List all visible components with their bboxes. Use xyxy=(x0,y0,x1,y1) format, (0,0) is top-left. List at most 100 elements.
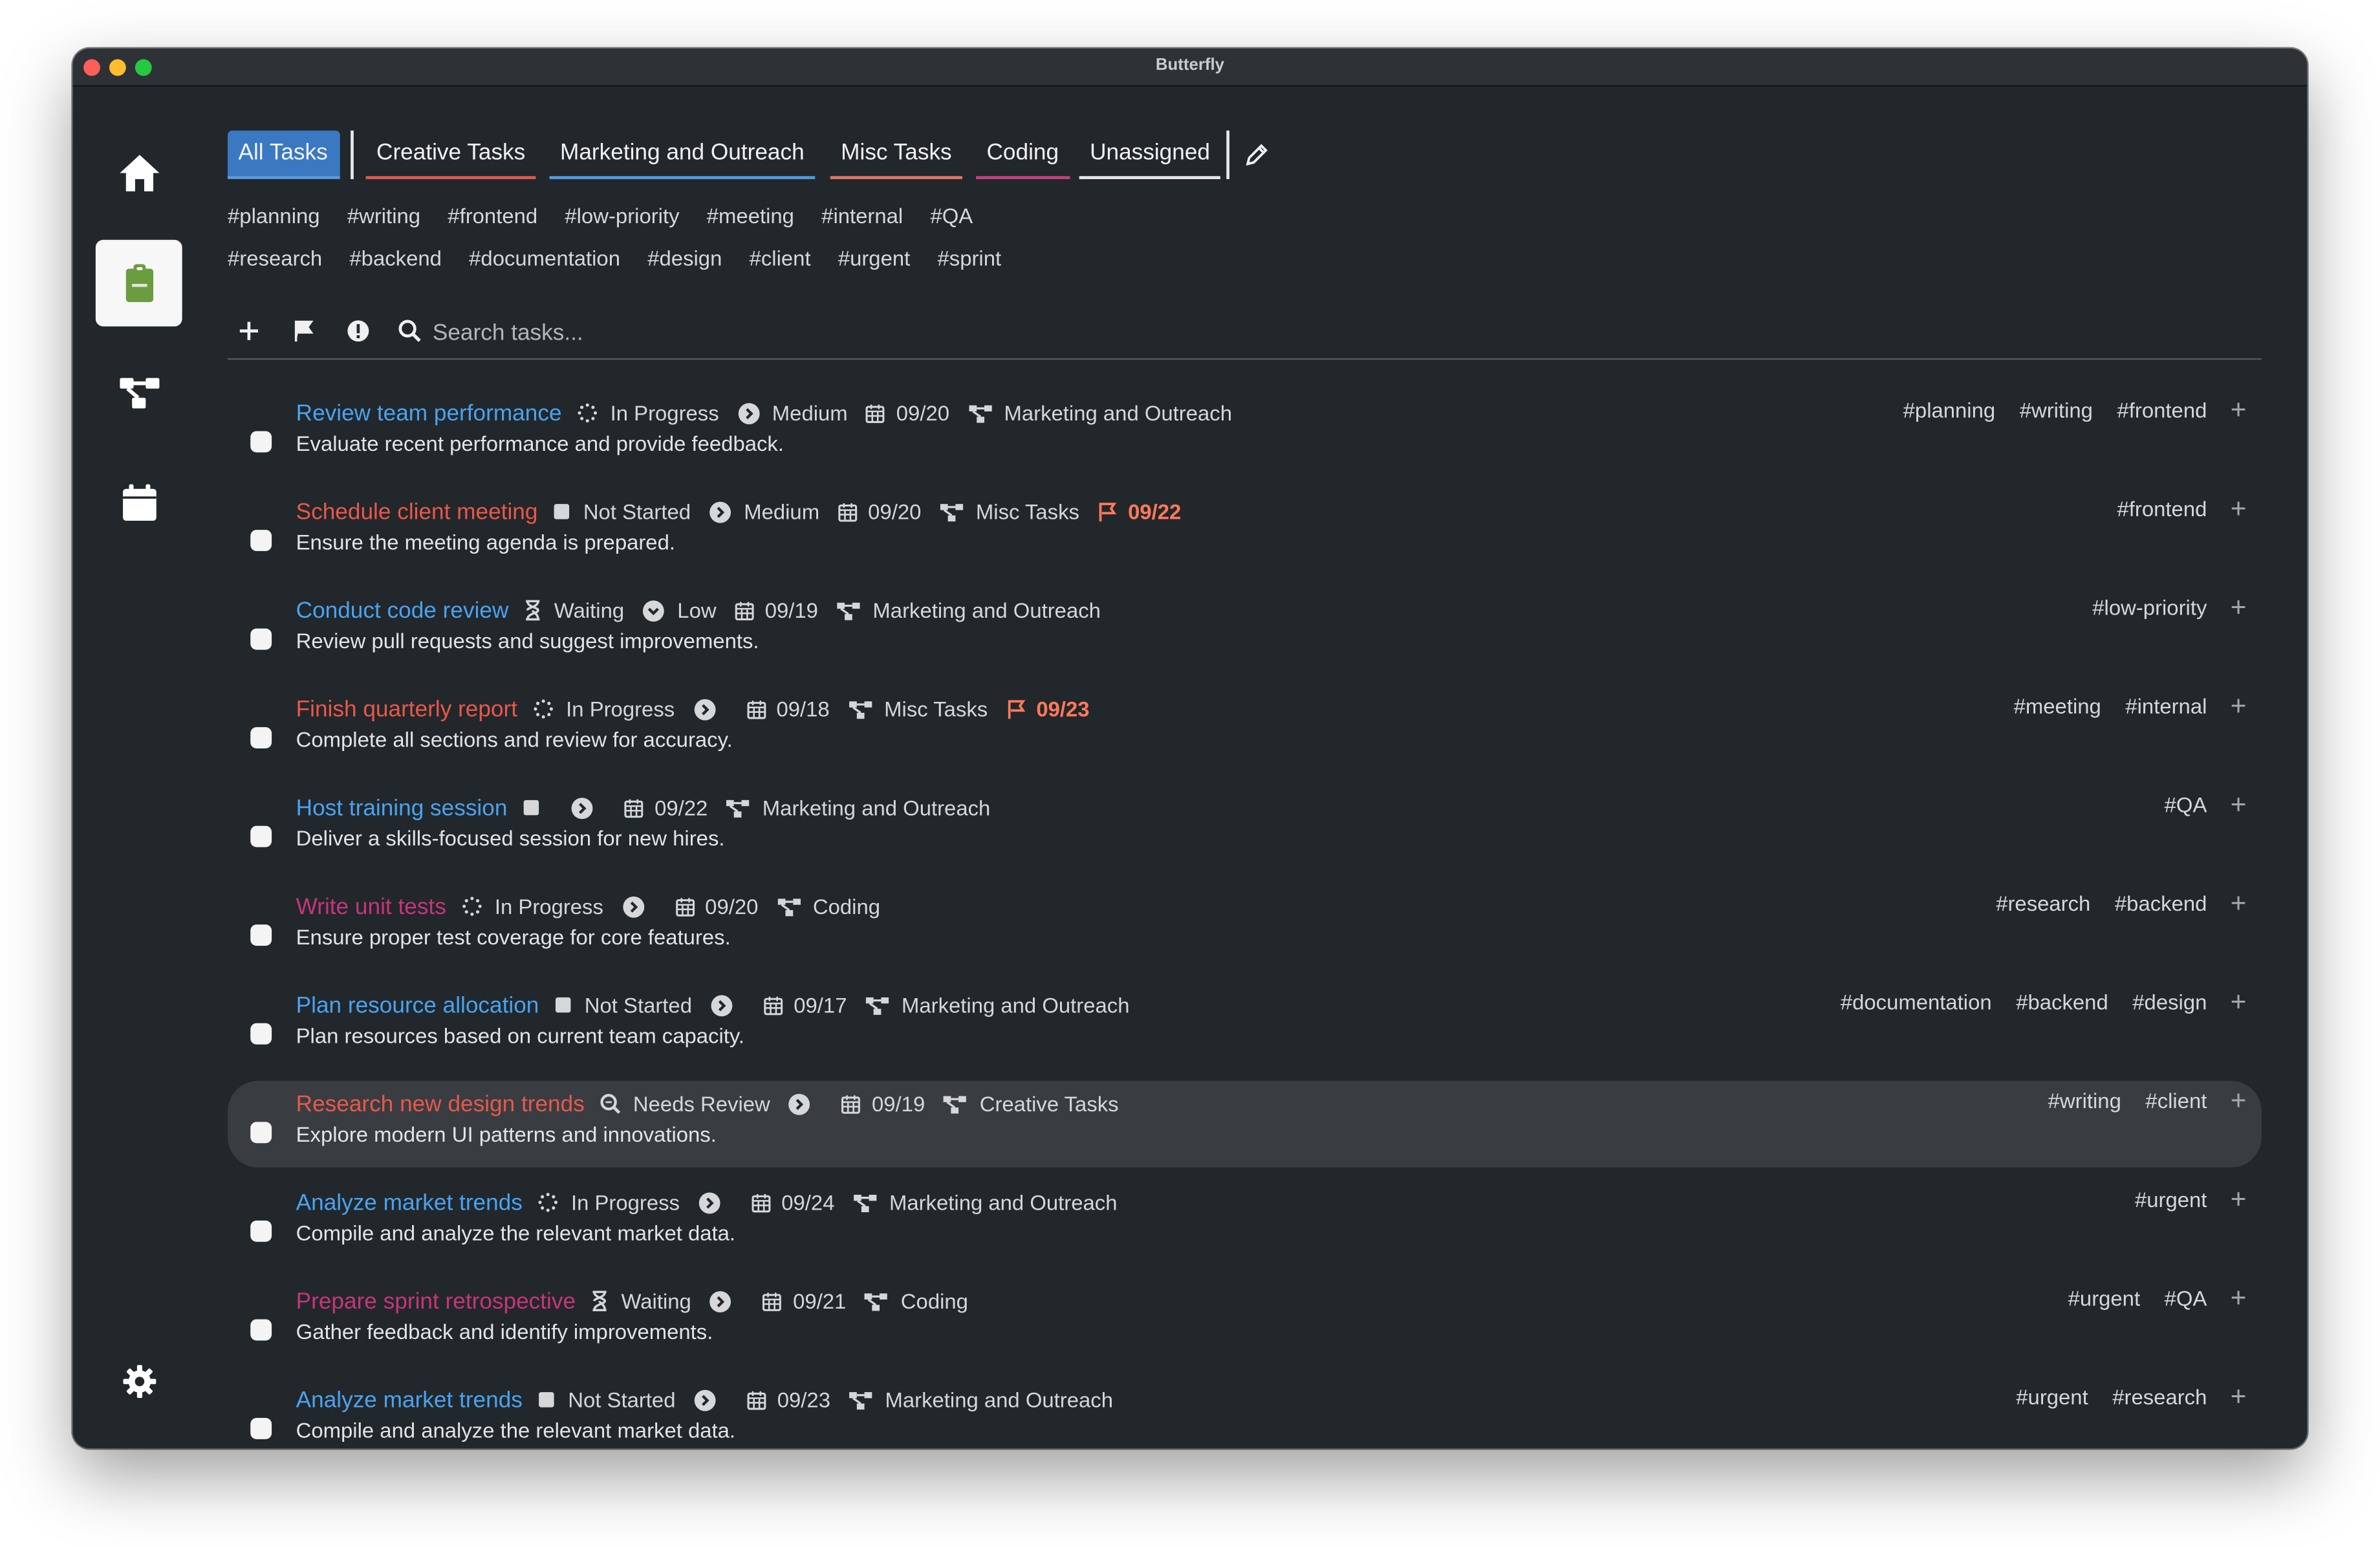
tag-filter[interactable]: #low-priority xyxy=(565,203,679,228)
task-status[interactable]: Waiting xyxy=(591,1289,691,1313)
edit-tabs-button[interactable] xyxy=(1242,140,1272,170)
task-row[interactable]: Prepare sprint retrospective Waiting 09/2… xyxy=(228,1278,2262,1365)
task-row[interactable]: Plan resource allocation Not Started 09/1… xyxy=(228,982,2262,1069)
task-priority[interactable] xyxy=(693,697,728,720)
add-task-button[interactable] xyxy=(231,312,267,349)
tag-filter[interactable]: #frontend xyxy=(448,203,537,228)
task-checkbox[interactable] xyxy=(250,431,272,453)
task-tag[interactable]: #urgent xyxy=(2068,1286,2140,1311)
task-date[interactable]: 09/17 xyxy=(763,993,847,1017)
settings-button[interactable] xyxy=(96,1338,182,1424)
task-row[interactable]: Schedule client meeting Not Started Mediu… xyxy=(228,489,2262,576)
add-tag-button[interactable]: + xyxy=(2231,1383,2247,1410)
tab-coding[interactable]: Coding xyxy=(976,131,1070,179)
task-tag[interactable]: #client xyxy=(2145,1089,2207,1113)
task-tag[interactable]: #backend xyxy=(2115,891,2207,916)
task-title[interactable]: Schedule client meeting xyxy=(296,499,538,525)
tab-misc-tasks[interactable]: Misc Tasks xyxy=(830,131,963,179)
task-row[interactable]: Conduct code review Waiting Low 09/19 Marke… xyxy=(228,587,2262,674)
filter-priority-button[interactable] xyxy=(340,312,376,349)
add-tag-button[interactable]: + xyxy=(2231,495,2247,522)
task-checkbox[interactable] xyxy=(250,628,272,650)
task-title[interactable]: Analyze market trends xyxy=(296,1387,523,1413)
task-row[interactable]: Review team performance In Progress Mediu… xyxy=(228,390,2262,477)
task-priority[interactable] xyxy=(698,1191,733,1214)
task-checkbox[interactable] xyxy=(250,1122,272,1144)
task-date[interactable]: 09/20 xyxy=(866,401,949,425)
task-row[interactable]: Research new design trends Needs Review 0… xyxy=(228,1080,2262,1168)
task-tag[interactable]: #urgent xyxy=(2135,1187,2207,1212)
tab-all-tasks[interactable]: All Tasks xyxy=(228,130,340,179)
task-priority[interactable] xyxy=(710,994,745,1016)
task-date[interactable]: 09/19 xyxy=(841,1091,925,1116)
task-status[interactable]: Not Started xyxy=(537,1388,676,1412)
add-tag-button[interactable]: + xyxy=(2231,1284,2247,1311)
task-date[interactable]: 09/23 xyxy=(747,1388,830,1412)
task-project[interactable]: Misc Tasks xyxy=(848,697,988,721)
task-checkbox[interactable] xyxy=(250,1418,272,1439)
task-project[interactable]: Marketing and Outreach xyxy=(849,1388,1113,1412)
search-button[interactable] xyxy=(392,312,428,349)
task-tag[interactable]: #writing xyxy=(2048,1089,2121,1113)
task-project[interactable]: Marketing and Outreach xyxy=(853,1190,1118,1215)
add-tag-button[interactable]: + xyxy=(2231,988,2247,1016)
task-row[interactable]: Analyze market trends Not Started 09/23 Ma… xyxy=(228,1377,2262,1448)
task-status[interactable]: Needs Review xyxy=(600,1091,770,1116)
task-title[interactable]: Host training session xyxy=(296,795,508,821)
task-checkbox[interactable] xyxy=(250,924,272,946)
task-title[interactable]: Finish quarterly report xyxy=(296,696,517,722)
task-due-date[interactable]: 09/22 xyxy=(1098,499,1181,524)
task-status[interactable]: In Progress xyxy=(537,1190,680,1215)
task-tag[interactable]: #QA xyxy=(2165,792,2207,817)
task-tag[interactable]: #low-priority xyxy=(2092,595,2207,620)
task-status[interactable]: Not Started xyxy=(553,499,691,524)
task-row[interactable]: Analyze market trends In Progress 09/24 Ma… xyxy=(228,1180,2262,1267)
task-status[interactable]: In Progress xyxy=(461,894,603,919)
task-checkbox[interactable] xyxy=(250,1220,272,1242)
task-project[interactable]: Marketing and Outreach xyxy=(865,993,1129,1017)
add-tag-button[interactable]: + xyxy=(2231,1087,2247,1114)
task-tag[interactable]: #frontend xyxy=(2117,398,2207,422)
task-due-date[interactable]: 09/23 xyxy=(1006,697,1090,721)
sidebar-item-projects[interactable] xyxy=(96,349,182,436)
task-tag[interactable]: #research xyxy=(1996,891,2090,916)
task-date[interactable]: 09/18 xyxy=(746,697,830,721)
task-priority[interactable] xyxy=(571,796,606,819)
task-priority[interactable] xyxy=(788,1093,823,1115)
task-title[interactable]: Prepare sprint retrospective xyxy=(296,1288,576,1314)
task-tag[interactable]: #frontend xyxy=(2117,496,2207,521)
filter-due-button[interactable] xyxy=(285,312,321,349)
task-project[interactable]: Marketing and Outreach xyxy=(836,598,1101,622)
task-date[interactable]: 09/21 xyxy=(763,1289,846,1313)
task-title[interactable]: Conduct code review xyxy=(296,598,509,624)
task-status[interactable]: In Progress xyxy=(577,401,719,425)
tab-unassigned[interactable]: Unassigned xyxy=(1079,131,1221,179)
task-project[interactable]: Coding xyxy=(864,1289,968,1313)
add-tag-button[interactable]: + xyxy=(2231,791,2247,818)
add-tag-button[interactable]: + xyxy=(2231,1186,2247,1213)
task-checkbox[interactable] xyxy=(250,1023,272,1045)
task-priority[interactable]: Low xyxy=(642,598,717,622)
task-tag[interactable]: #internal xyxy=(2125,694,2207,719)
tag-filter[interactable]: #backend xyxy=(349,246,442,270)
tag-filter[interactable]: #documentation xyxy=(469,246,620,270)
tag-filter[interactable]: #client xyxy=(750,246,811,270)
task-priority[interactable]: Medium xyxy=(737,401,848,425)
task-row[interactable]: Finish quarterly report In Progress 09/18… xyxy=(228,686,2262,773)
task-tag[interactable]: #QA xyxy=(2165,1286,2207,1311)
add-tag-button[interactable]: + xyxy=(2231,889,2247,917)
task-checkbox[interactable] xyxy=(250,530,272,551)
task-tag[interactable]: #research xyxy=(2112,1384,2207,1409)
task-date[interactable]: 09/20 xyxy=(838,499,921,524)
sidebar-item-calendar[interactable] xyxy=(96,459,182,545)
sidebar-item-tasks[interactable] xyxy=(95,239,182,327)
task-title[interactable]: Review team performance xyxy=(296,400,562,426)
task-status[interactable]: Not Started xyxy=(554,993,692,1017)
task-checkbox[interactable] xyxy=(250,727,272,749)
task-project[interactable]: Coding xyxy=(777,894,880,919)
add-tag-button[interactable]: + xyxy=(2231,692,2247,719)
task-priority[interactable]: Medium xyxy=(709,499,819,524)
task-tag[interactable]: #writing xyxy=(2020,398,2093,422)
task-project[interactable]: Marketing and Outreach xyxy=(968,401,1232,425)
task-project[interactable]: Marketing and Outreach xyxy=(726,796,990,820)
